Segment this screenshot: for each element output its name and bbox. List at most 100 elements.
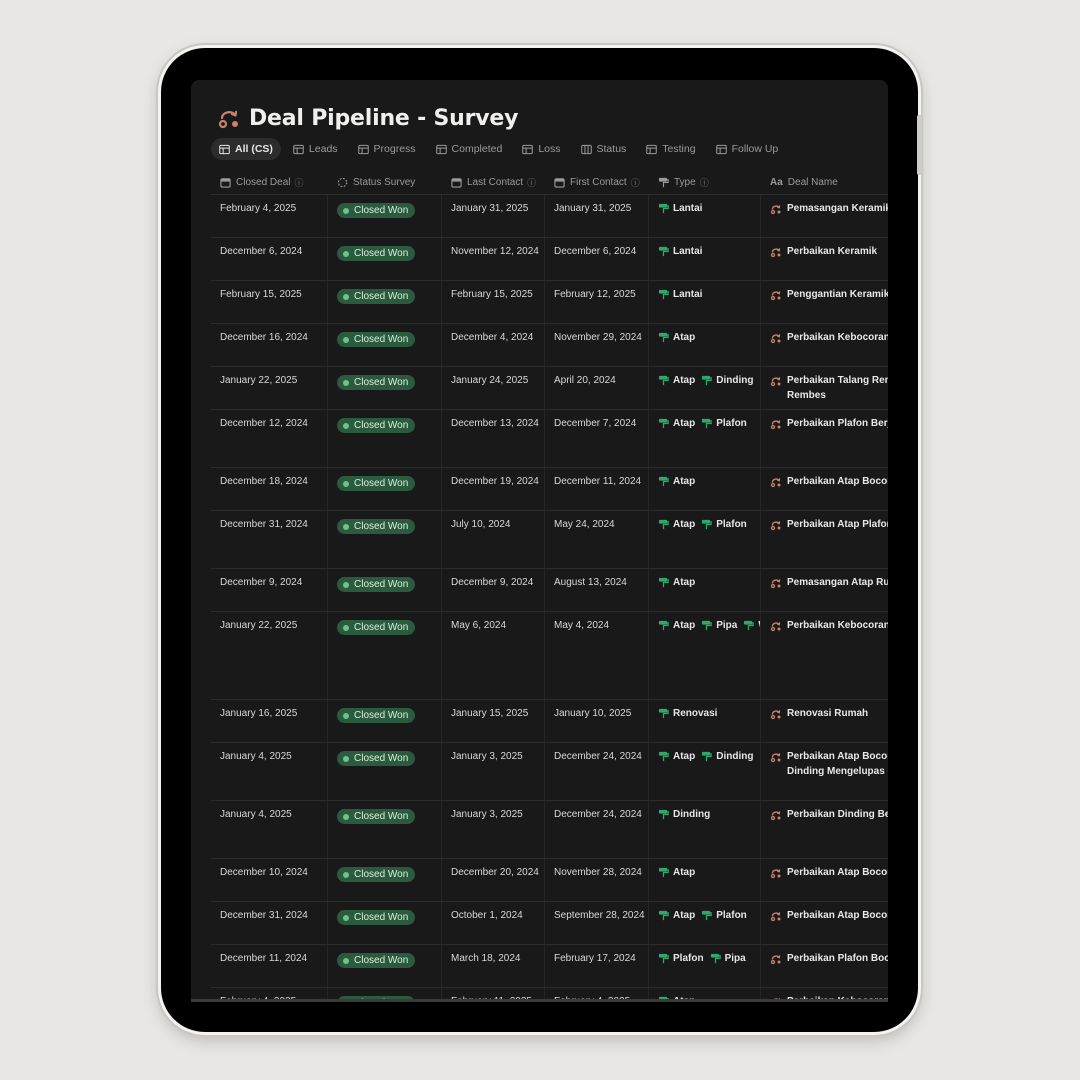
status-survey-cell[interactable]: Closed Won bbox=[328, 945, 442, 987]
status-survey-cell[interactable]: Closed Won bbox=[328, 801, 442, 858]
closed-deal-cell[interactable]: January 16, 2025 bbox=[211, 700, 328, 742]
deal-name-cell[interactable]: Perbaikan Atap Bocor, Dinding Mengelupas… bbox=[761, 743, 888, 800]
type-cell[interactable]: Atap Dinding bbox=[649, 367, 761, 409]
closed-deal-cell[interactable]: December 18, 2024 bbox=[211, 468, 328, 510]
deal-name-cell[interactable]: Perbaikan Atap Bocor bbox=[761, 859, 888, 901]
closed-deal-cell[interactable]: December 12, 2024 bbox=[211, 410, 328, 467]
table-row[interactable]: December 12, 2024 Closed Won December 13, … bbox=[211, 410, 888, 468]
tab-progress[interactable]: Progress bbox=[350, 138, 424, 160]
status-survey-cell[interactable]: Closed Won bbox=[328, 324, 442, 366]
status-survey-cell[interactable]: Closed Won bbox=[328, 281, 442, 323]
deal-name-cell[interactable]: Perbaikan Kebocoran A bbox=[761, 324, 888, 366]
type-cell[interactable]: Atap Dinding bbox=[649, 743, 761, 800]
closed-deal-cell[interactable]: January 22, 2025 bbox=[211, 612, 328, 699]
closed-deal-cell[interactable]: February 4, 2025 bbox=[211, 195, 328, 237]
deal-name-cell[interactable]: Perbaikan Atap Bocor bbox=[761, 902, 888, 944]
tab-loss[interactable]: Loss bbox=[514, 138, 568, 160]
tab-completed[interactable]: Completed bbox=[428, 138, 511, 160]
last-contact-cell[interactable]: October 1, 2024 bbox=[442, 902, 545, 944]
type-cell[interactable]: Lantai bbox=[649, 281, 761, 323]
status-survey-cell[interactable]: Closed Won bbox=[328, 859, 442, 901]
status-survey-cell[interactable]: Closed Won bbox=[328, 468, 442, 510]
deal-name-cell[interactable]: Perbaikan Atap Plafon bbox=[761, 511, 888, 568]
first-contact-cell[interactable]: May 24, 2024 bbox=[545, 511, 649, 568]
status-survey-cell[interactable]: Closed Won bbox=[328, 612, 442, 699]
first-contact-cell[interactable]: November 29, 2024 bbox=[545, 324, 649, 366]
status-survey-cell[interactable]: Closed Won bbox=[328, 238, 442, 280]
closed-deal-cell[interactable]: December 10, 2024 bbox=[211, 859, 328, 901]
last-contact-cell[interactable]: February 15, 2025 bbox=[442, 281, 545, 323]
first-contact-cell[interactable]: January 31, 2025 bbox=[545, 195, 649, 237]
table-row[interactable]: December 31, 2024 Closed Won July 10, 2024… bbox=[211, 511, 888, 569]
table-row[interactable]: January 22, 2025 Closed Won May 6, 2024 May… bbox=[211, 612, 888, 700]
first-contact-cell[interactable]: September 28, 2024 bbox=[545, 902, 649, 944]
closed-deal-cell[interactable]: January 4, 2025 bbox=[211, 743, 328, 800]
type-cell[interactable]: Atap bbox=[649, 569, 761, 611]
last-contact-cell[interactable]: December 20, 2024 bbox=[442, 859, 545, 901]
type-cell[interactable]: Renovasi bbox=[649, 700, 761, 742]
last-contact-cell[interactable]: July 10, 2024 bbox=[442, 511, 545, 568]
status-survey-cell[interactable]: Closed Won bbox=[328, 569, 442, 611]
tab-status[interactable]: Status bbox=[573, 138, 635, 160]
last-contact-cell[interactable]: January 3, 2025 bbox=[442, 743, 545, 800]
last-contact-cell[interactable]: March 18, 2024 bbox=[442, 945, 545, 987]
column-header-closed-deal[interactable]: Closed Deal ⓘ bbox=[211, 170, 328, 194]
status-survey-cell[interactable]: Closed Won bbox=[328, 195, 442, 237]
table-row[interactable]: February 4, 2025 Closed Won January 31, 20… bbox=[211, 195, 888, 238]
table-row[interactable]: January 22, 2025 Closed Won January 24, 20… bbox=[211, 367, 888, 410]
last-contact-cell[interactable]: November 12, 2024 bbox=[442, 238, 545, 280]
first-contact-cell[interactable]: January 10, 2025 bbox=[545, 700, 649, 742]
type-cell[interactable]: Lantai bbox=[649, 195, 761, 237]
deal-name-cell[interactable]: Perbaikan Plafon Berja bbox=[761, 410, 888, 467]
table-row[interactable]: December 11, 2024 Closed Won March 18, 202… bbox=[211, 945, 888, 988]
last-contact-cell[interactable]: December 9, 2024 bbox=[442, 569, 545, 611]
first-contact-cell[interactable]: February 17, 2024 bbox=[545, 945, 649, 987]
table-row[interactable]: January 4, 2025 Closed Won January 3, 2025… bbox=[211, 743, 888, 801]
type-cell[interactable]: Lantai bbox=[649, 238, 761, 280]
first-contact-cell[interactable]: December 6, 2024 bbox=[545, 238, 649, 280]
tab-all-cs[interactable]: All (CS) bbox=[211, 138, 281, 160]
tab-testing[interactable]: Testing bbox=[638, 138, 703, 160]
tab-leads[interactable]: Leads bbox=[285, 138, 346, 160]
deal-name-cell[interactable]: Perbaikan Talang Rembe Rembes bbox=[761, 367, 888, 409]
closed-deal-cell[interactable]: December 31, 2024 bbox=[211, 511, 328, 568]
closed-deal-cell[interactable]: February 15, 2025 bbox=[211, 281, 328, 323]
first-contact-cell[interactable]: December 24, 2024 bbox=[545, 743, 649, 800]
first-contact-cell[interactable]: April 20, 2024 bbox=[545, 367, 649, 409]
closed-deal-cell[interactable]: December 9, 2024 bbox=[211, 569, 328, 611]
deal-name-cell[interactable]: Penggantian Keramik bbox=[761, 281, 888, 323]
column-header-status-survey[interactable]: Status Survey bbox=[328, 170, 442, 194]
status-survey-cell[interactable]: Closed Won bbox=[328, 511, 442, 568]
closed-deal-cell[interactable]: December 6, 2024 bbox=[211, 238, 328, 280]
column-header-deal-name[interactable]: Aa Deal Name bbox=[761, 170, 888, 194]
first-contact-cell[interactable]: December 24, 2024 bbox=[545, 801, 649, 858]
last-contact-cell[interactable]: December 13, 2024 bbox=[442, 410, 545, 467]
column-header-type[interactable]: Type ⓘ bbox=[649, 170, 761, 194]
closed-deal-cell[interactable]: January 4, 2025 bbox=[211, 801, 328, 858]
table-row[interactable]: January 16, 2025 Closed Won January 15, 20… bbox=[211, 700, 888, 743]
deal-name-cell[interactable]: Perbaikan Atap Bocor bbox=[761, 468, 888, 510]
status-survey-cell[interactable]: Closed Won bbox=[328, 367, 442, 409]
type-cell[interactable]: Atap bbox=[649, 468, 761, 510]
last-contact-cell[interactable]: December 4, 2024 bbox=[442, 324, 545, 366]
deal-name-cell[interactable]: Pemasangan Keramik bbox=[761, 195, 888, 237]
deal-name-cell[interactable]: Perbaikan Keramik bbox=[761, 238, 888, 280]
table-row[interactable]: December 16, 2024 Closed Won December 4, 2… bbox=[211, 324, 888, 367]
first-contact-cell[interactable]: August 13, 2024 bbox=[545, 569, 649, 611]
first-contact-cell[interactable]: February 12, 2025 bbox=[545, 281, 649, 323]
first-contact-cell[interactable]: May 4, 2024 bbox=[545, 612, 649, 699]
first-contact-cell[interactable]: November 28, 2024 bbox=[545, 859, 649, 901]
deal-name-cell[interactable]: Perbaikan Dinding Ber bbox=[761, 801, 888, 858]
closed-deal-cell[interactable]: December 11, 2024 bbox=[211, 945, 328, 987]
type-cell[interactable]: Atap Plafon bbox=[649, 511, 761, 568]
table-row[interactable]: December 9, 2024 Closed Won December 9, 20… bbox=[211, 569, 888, 612]
table-row[interactable]: January 4, 2025 Closed Won January 3, 2025… bbox=[211, 801, 888, 859]
table-row[interactable]: December 31, 2024 Closed Won October 1, 20… bbox=[211, 902, 888, 945]
type-cell[interactable]: Atap Plafon bbox=[649, 410, 761, 467]
column-header-last-contact[interactable]: Last Contact ⓘ bbox=[442, 170, 545, 194]
first-contact-cell[interactable]: December 11, 2024 bbox=[545, 468, 649, 510]
last-contact-cell[interactable]: December 19, 2024 bbox=[442, 468, 545, 510]
type-cell[interactable]: Atap bbox=[649, 324, 761, 366]
type-cell[interactable]: Atap Plafon bbox=[649, 902, 761, 944]
closed-deal-cell[interactable]: January 22, 2025 bbox=[211, 367, 328, 409]
